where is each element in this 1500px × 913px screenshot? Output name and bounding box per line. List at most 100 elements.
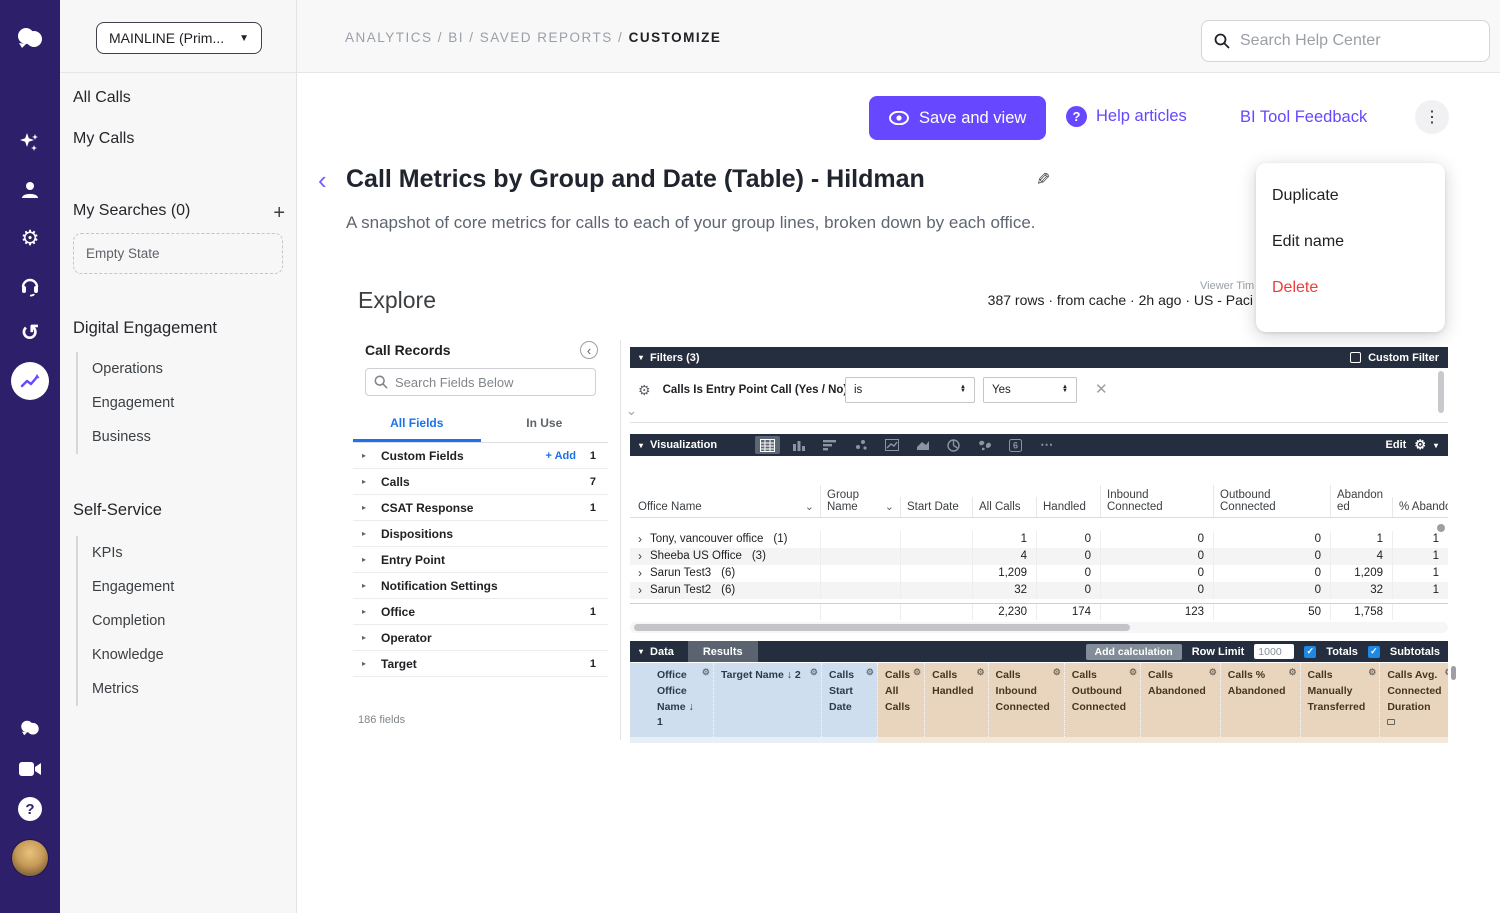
data-col-outbound-connected[interactable]: Calls Outbound Connected⚙ bbox=[1065, 663, 1141, 737]
more-filters-chevron-icon[interactable]: ⌄ bbox=[626, 403, 637, 419]
col-header-inbound-connected[interactable]: Inbound Connected bbox=[1100, 485, 1213, 517]
viz-map-icon[interactable] bbox=[972, 436, 997, 454]
viz-table-icon[interactable] bbox=[755, 436, 780, 454]
row-expand-icon[interactable]: › bbox=[638, 550, 642, 565]
sidebar-item-operations[interactable]: Operations bbox=[78, 352, 174, 386]
analytics-icon[interactable] bbox=[0, 362, 60, 400]
data-col-office-name[interactable]: Office Office Name ↓ 1⚙ bbox=[650, 663, 714, 737]
bi-tool-feedback-link[interactable]: BI Tool Feedback bbox=[1240, 108, 1367, 127]
viz-settings-caret-icon[interactable]: ▾ bbox=[1434, 441, 1438, 450]
viz-more-icon[interactable]: ⋯ bbox=[1034, 436, 1059, 454]
dialpad-logo[interactable] bbox=[0, 24, 60, 52]
kebab-menu-button[interactable]: ⋮ bbox=[1415, 100, 1449, 134]
filters-scrollbar-thumb[interactable] bbox=[1438, 371, 1444, 413]
column-gear-icon[interactable]: ⚙ bbox=[1368, 666, 1376, 680]
col-header-outbound-connected[interactable]: Outbound Connected bbox=[1213, 485, 1330, 517]
user-avatar[interactable] bbox=[0, 838, 60, 878]
help-search-input[interactable] bbox=[1240, 32, 1477, 50]
column-gear-icon[interactable]: ⚙ bbox=[976, 666, 984, 680]
breadcrumb-path[interactable]: ANALYTICS / BI / SAVED REPORTS / bbox=[345, 30, 623, 45]
expand-icon[interactable]: ▸ bbox=[362, 503, 374, 512]
row-expand-icon[interactable]: › bbox=[638, 567, 642, 582]
field-group-dispositions[interactable]: ▸ Dispositions bbox=[353, 521, 608, 547]
row-expand-icon[interactable]: › bbox=[638, 533, 642, 548]
viz-area-chart-icon[interactable] bbox=[910, 436, 935, 454]
help-articles-link[interactable]: ? Help articles bbox=[1066, 106, 1187, 127]
data-col-abandoned[interactable]: Calls Abandoned⚙ bbox=[1141, 663, 1221, 737]
viz-line-chart-icon[interactable] bbox=[879, 436, 904, 454]
viz-single-value-icon[interactable]: 6 bbox=[1003, 436, 1028, 454]
contacts-icon[interactable] bbox=[0, 177, 60, 203]
sidebar-item-metrics[interactable]: Metrics bbox=[78, 672, 174, 706]
tab-all-fields[interactable]: All Fields bbox=[353, 408, 481, 442]
column-gear-icon[interactable]: ⚙ bbox=[702, 666, 710, 680]
add-calculation-button[interactable]: Add calculation bbox=[1086, 644, 1182, 660]
menu-item-edit-name[interactable]: Edit name bbox=[1256, 219, 1445, 265]
expand-icon[interactable]: ▸ bbox=[362, 659, 374, 668]
support-headset-icon[interactable] bbox=[0, 273, 60, 299]
expand-icon[interactable]: ▸ bbox=[362, 477, 374, 486]
totals-checkbox[interactable]: ✓ bbox=[1304, 646, 1316, 658]
expand-icon[interactable]: ▸ bbox=[362, 633, 374, 642]
field-group-office[interactable]: ▸ Office 1 bbox=[353, 599, 608, 625]
menu-item-duplicate[interactable]: Duplicate bbox=[1256, 173, 1445, 219]
column-gear-icon[interactable]: ⚙ bbox=[866, 666, 874, 680]
sidebar-item-engagement[interactable]: Engagement bbox=[78, 386, 174, 420]
video-icon[interactable] bbox=[0, 757, 60, 781]
expand-icon[interactable]: ▸ bbox=[362, 607, 374, 616]
data-col-pct-abandoned[interactable]: Calls % Abandoned⚙ bbox=[1221, 663, 1301, 737]
tab-results[interactable]: Results bbox=[688, 641, 758, 662]
data-col-manually-transferred[interactable]: Calls Manually Transferred⚙ bbox=[1301, 663, 1381, 737]
data-col-target-name[interactable]: Target Name ↓ 2⚙ bbox=[714, 663, 822, 737]
help-center-search[interactable] bbox=[1201, 20, 1490, 62]
custom-filter-checkbox[interactable] bbox=[1350, 352, 1361, 363]
col-header-all-calls[interactable]: All Calls bbox=[972, 497, 1036, 517]
sidebar-item-business[interactable]: Business bbox=[78, 420, 174, 454]
sort-chevron-icon[interactable]: ⌄ bbox=[885, 500, 894, 513]
filter-operator-select[interactable]: is ▲▼ bbox=[845, 377, 975, 403]
data-col-all-calls[interactable]: Calls All Calls⚙ bbox=[878, 663, 925, 737]
sidebar-item-ss-engagement[interactable]: Engagement bbox=[78, 570, 174, 604]
filter-gear-icon[interactable]: ⚙ bbox=[638, 382, 651, 399]
field-search-input[interactable] bbox=[395, 375, 587, 390]
field-search-box[interactable] bbox=[365, 368, 596, 396]
save-and-view-button[interactable]: Save and view bbox=[869, 96, 1046, 140]
viz-bar-chart-icon[interactable] bbox=[817, 436, 842, 454]
column-gear-icon[interactable]: ⚙ bbox=[1209, 666, 1217, 680]
data-col-handled[interactable]: Calls Handled⚙ bbox=[925, 663, 988, 737]
viz-pie-chart-icon[interactable] bbox=[941, 436, 966, 454]
col-header-office-name[interactable]: Office Name⌄ bbox=[630, 496, 820, 517]
column-gear-icon[interactable]: ⚙ bbox=[1445, 666, 1449, 680]
history-icon[interactable]: ↺ bbox=[0, 320, 60, 346]
viz-scatter-icon[interactable] bbox=[848, 436, 873, 454]
col-header-group-name[interactable]: Group Name⌄ bbox=[820, 485, 900, 517]
horizontal-scrollbar[interactable] bbox=[630, 622, 1448, 633]
col-header-pct-abandoned[interactable]: % Abandoned bbox=[1392, 497, 1448, 517]
row-limit-input[interactable] bbox=[1254, 644, 1294, 659]
field-group-target[interactable]: ▸ Target 1 bbox=[353, 651, 608, 677]
help-icon[interactable]: ? bbox=[0, 796, 60, 822]
visualization-bar-toggle[interactable]: ▾ Visualization bbox=[630, 439, 717, 451]
expand-icon[interactable]: ▸ bbox=[362, 451, 374, 460]
viz-edit-button[interactable]: Edit bbox=[1386, 439, 1407, 451]
field-group-notification-settings[interactable]: ▸ Notification Settings bbox=[353, 573, 608, 599]
column-gear-icon[interactable]: ⚙ bbox=[913, 666, 921, 680]
dialpad-swoosh-icon[interactable] bbox=[0, 716, 60, 740]
data-col-start-date[interactable]: Calls Start Date⚙ bbox=[822, 663, 878, 737]
sidebar-item-knowledge[interactable]: Knowledge bbox=[78, 638, 174, 672]
settings-gear-icon[interactable]: ⚙ bbox=[0, 225, 60, 251]
edit-title-icon[interactable]: ✎ bbox=[1036, 170, 1050, 190]
back-chevron-icon[interactable]: ‹ bbox=[318, 167, 327, 193]
column-gear-icon[interactable]: ⚙ bbox=[1129, 666, 1137, 680]
horizontal-scrollbar-thumb[interactable] bbox=[634, 624, 1130, 631]
field-group-operator[interactable]: ▸ Operator bbox=[353, 625, 608, 651]
column-gear-icon[interactable]: ⚙ bbox=[1288, 666, 1296, 680]
sort-chevron-icon[interactable]: ⌄ bbox=[805, 500, 814, 513]
sidebar-item-my-calls[interactable]: My Calls bbox=[73, 130, 134, 148]
col-header-handled[interactable]: Handled bbox=[1036, 497, 1100, 517]
column-gear-icon[interactable]: ⚙ bbox=[810, 666, 818, 680]
col-header-abandoned[interactable]: Abandoned bbox=[1330, 485, 1392, 517]
sidebar-item-kpis[interactable]: KPIs bbox=[78, 536, 174, 570]
table-vertical-scrollbar-thumb[interactable] bbox=[1437, 524, 1445, 532]
sidebar-item-completion[interactable]: Completion bbox=[78, 604, 174, 638]
